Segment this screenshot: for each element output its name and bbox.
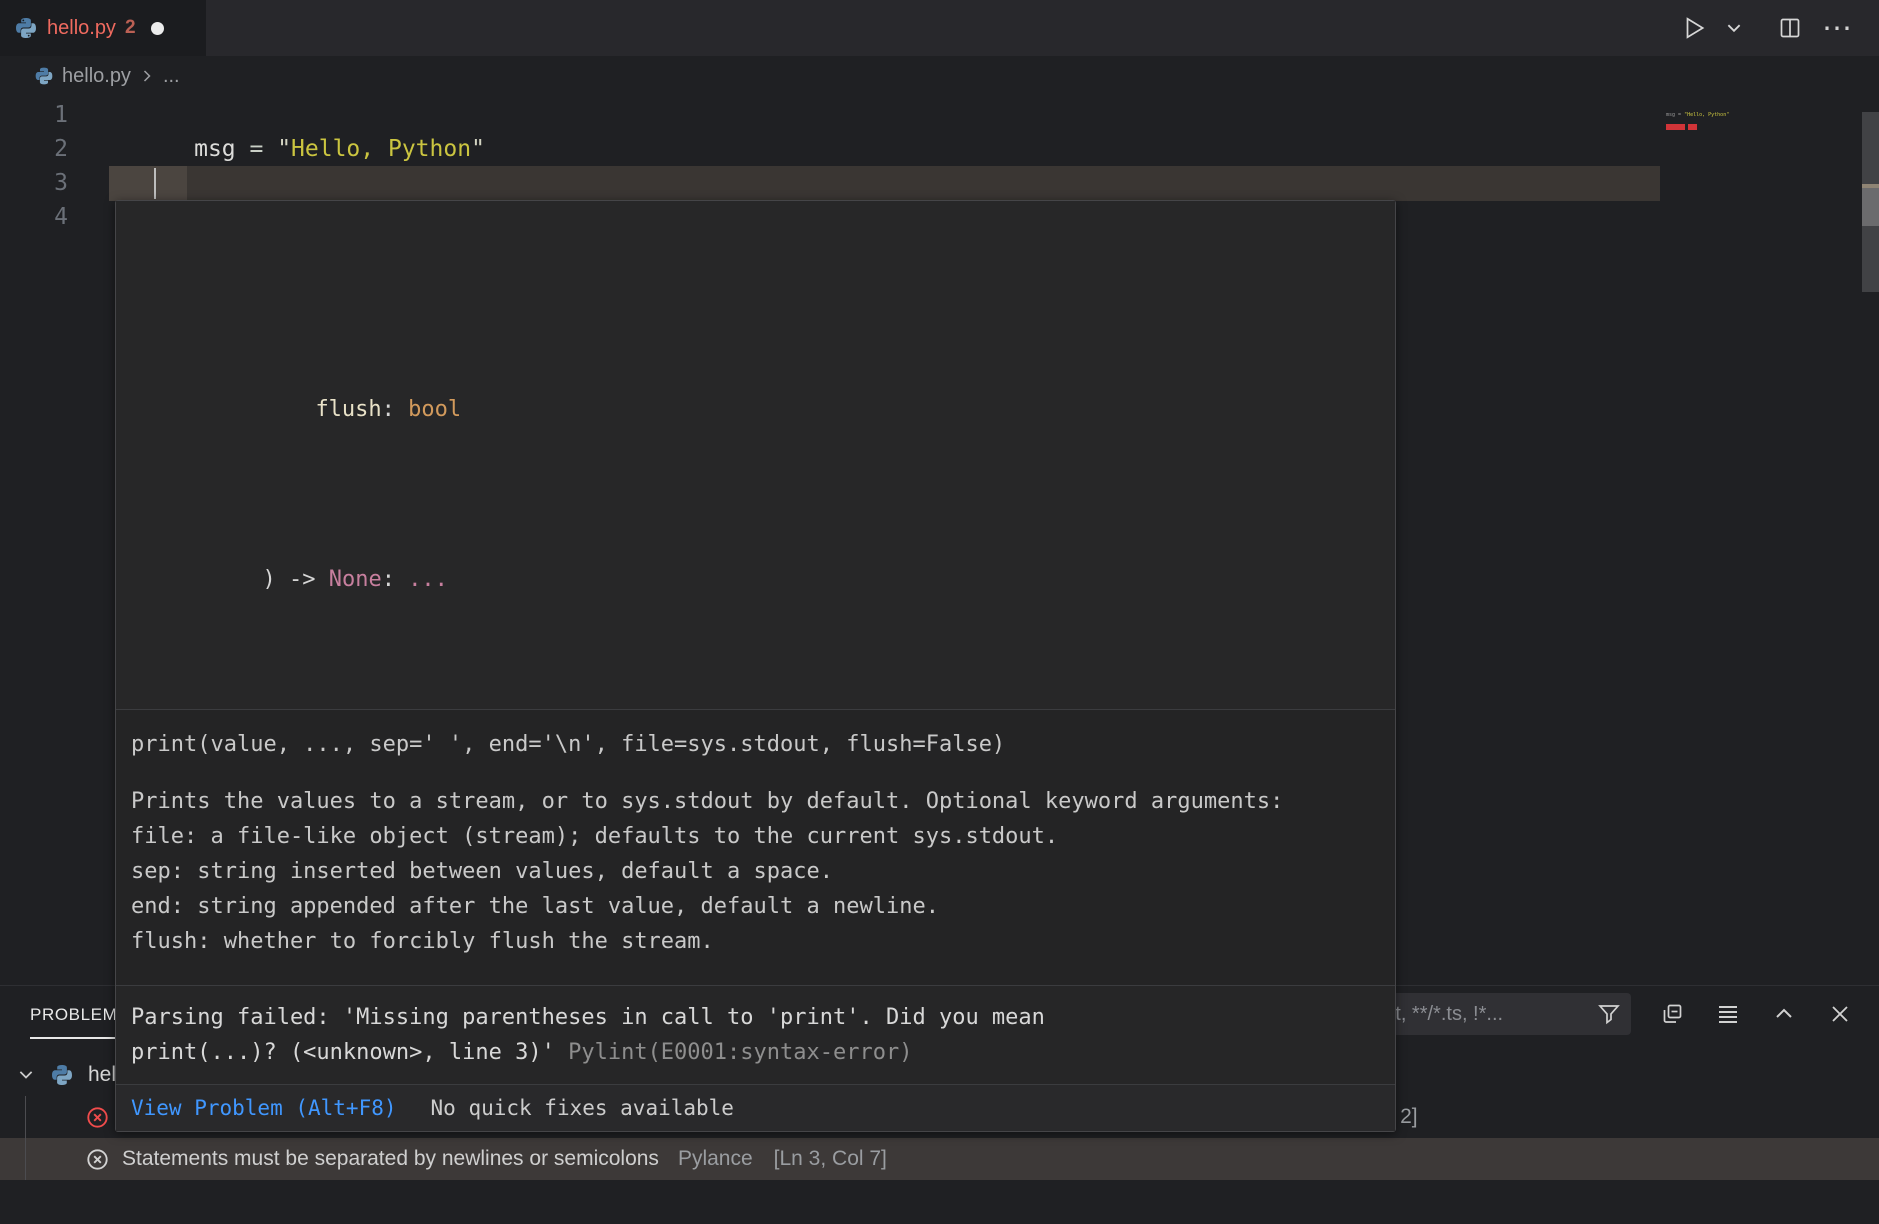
hover-return-line: ) -> None: ... xyxy=(130,529,1381,631)
error-circle-x-icon xyxy=(86,1106,109,1129)
token-operator: = xyxy=(236,136,278,162)
line-number-1: 1 xyxy=(0,98,68,132)
token-quote: " xyxy=(471,136,485,162)
tab-problem-count: 2 xyxy=(125,17,136,39)
line-number-3: 3 xyxy=(0,166,68,200)
hover-diagnostic: Parsing failed: 'Missing parentheses in … xyxy=(116,986,1395,1084)
editor-scrollbar[interactable] xyxy=(1862,112,1879,292)
close-panel-icon[interactable] xyxy=(1825,999,1855,1029)
python-file-icon xyxy=(14,16,38,40)
minimap-error-mark xyxy=(1688,124,1697,130)
hover-status-bar: View Problem (Alt+F8) No quick fixes ava… xyxy=(116,1085,1395,1131)
tab-filename: hello.py xyxy=(47,17,116,40)
vscode-window: hello.py 2 ⋯ hello.py xyxy=(0,0,1879,1224)
maximize-panel-chevron-up-icon[interactable] xyxy=(1769,999,1799,1029)
hover-tooltip: file: _SupportsWriteAndFlush[str] | None… xyxy=(115,200,1396,1132)
line-number-4: 4 xyxy=(0,200,68,234)
hover-clipped-line: file: _SupportsWriteAndFlush[str] | None… xyxy=(130,275,1381,291)
unsaved-changes-dot-icon[interactable] xyxy=(151,22,164,35)
print-signature-text: print(value, ..., sep=' ', end='\n', fil… xyxy=(131,728,1380,762)
editor-tab-bar: hello.py 2 ⋯ xyxy=(0,0,1879,56)
minimap-error-mark xyxy=(1666,124,1685,130)
chevron-right-icon xyxy=(139,68,155,84)
print-docstring: Prints the values to a stream, or to sys… xyxy=(131,784,1380,959)
python-file-icon xyxy=(34,66,54,86)
text-cursor xyxy=(154,168,156,199)
token-quote: " xyxy=(277,136,291,162)
filter-funnel-icon[interactable] xyxy=(1597,1002,1621,1026)
hover-docs: print(value, ..., sep=' ', end='\n', fil… xyxy=(116,710,1395,985)
minimap[interactable]: msg = "Hello, Python" xyxy=(1666,112,1796,118)
breadcrumb-file[interactable]: hello.py xyxy=(62,65,131,88)
hover-param-line: flush: bool xyxy=(130,359,1381,461)
chevron-down-icon[interactable] xyxy=(16,1065,36,1085)
breadcrumb: hello.py ... xyxy=(0,56,1879,96)
problem-source: Pylance xyxy=(678,1147,753,1171)
view-as-table-icon[interactable] xyxy=(1713,999,1743,1029)
no-quick-fixes-label: No quick fixes available xyxy=(431,1096,734,1120)
run-python-file-button[interactable] xyxy=(1679,13,1709,43)
tab-hello-py[interactable]: hello.py 2 xyxy=(0,0,206,56)
hover-signature-code: file: _SupportsWriteAndFlush[str] | None… xyxy=(116,201,1395,709)
scrollbar-thumb[interactable] xyxy=(1862,188,1879,226)
code-editor[interactable]: 1 2 3 4 msg = "Hello, Python" print msg … xyxy=(0,96,1879,985)
view-problem-link[interactable]: View Problem (Alt+F8) xyxy=(131,1096,397,1120)
token-string: Hello, Python xyxy=(291,136,471,162)
tree-indent-guide xyxy=(25,1096,26,1180)
problem-row-selected[interactable]: Statements must be separated by newlines… xyxy=(0,1138,1879,1180)
breadcrumb-symbol[interactable]: ... xyxy=(163,65,180,88)
split-editor-button[interactable] xyxy=(1775,13,1805,43)
error-circle-x-icon xyxy=(86,1148,109,1171)
line-number-2: 2 xyxy=(0,132,68,166)
problem-position: [Ln 3, Col 7] xyxy=(774,1147,887,1171)
editor-actions: ⋯ xyxy=(1679,0,1879,56)
diagnostic-source: Pylint(E0001:syntax-error) xyxy=(568,1040,912,1065)
collapse-all-icon[interactable] xyxy=(1657,999,1687,1029)
problem-message: Statements must be separated by newlines… xyxy=(122,1147,659,1171)
run-dropdown-chevron-icon[interactable] xyxy=(1719,13,1749,43)
python-file-icon xyxy=(50,1063,74,1087)
minimap-line-1: msg = "Hello, Python" xyxy=(1666,112,1796,118)
more-actions-button[interactable]: ⋯ xyxy=(1823,13,1853,43)
token-variable: msg xyxy=(194,136,236,162)
